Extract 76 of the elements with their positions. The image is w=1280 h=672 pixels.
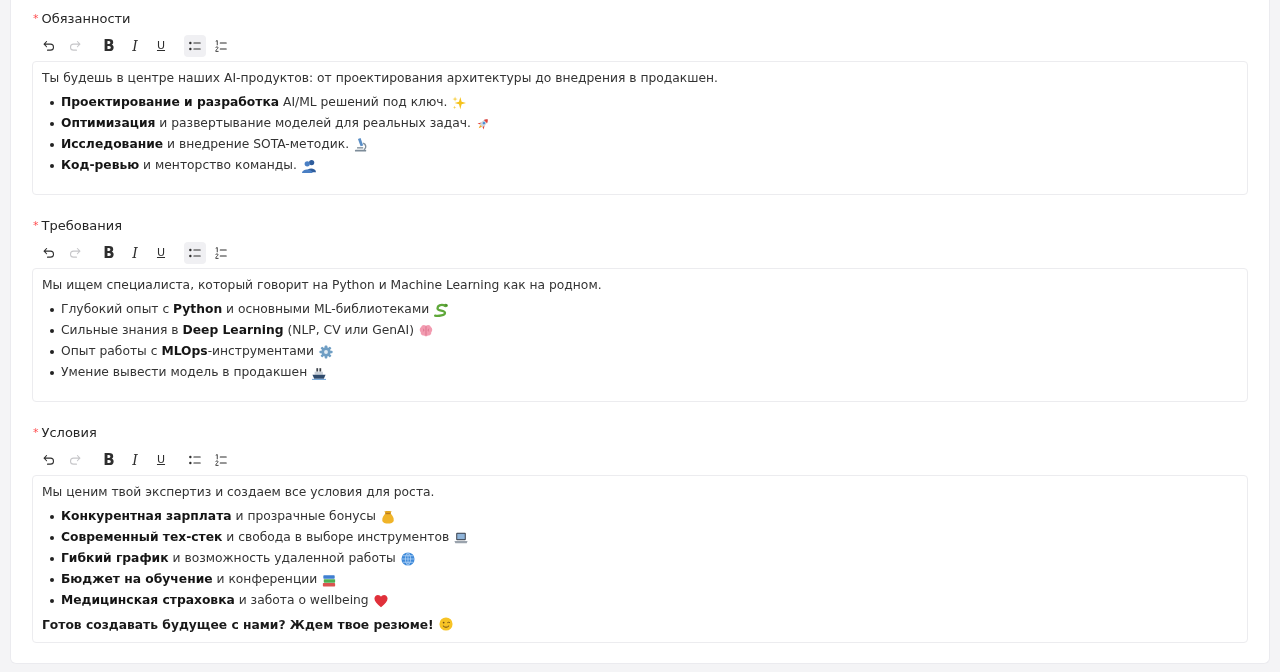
- rocket-icon: [476, 116, 490, 131]
- globe-icon: [400, 551, 415, 566]
- list-item-text: Медицинская страховка и забота о wellbeing: [61, 592, 369, 609]
- list-item-text: Умение вывести модель в продакшен: [61, 364, 308, 381]
- italic-button[interactable]: I: [124, 242, 146, 264]
- paragraph-text: Ты будешь в центре наших AI-продуктов: от проектирования архитектуры до внедрения в продакшен.: [42, 71, 719, 85]
- bullet-icon: [50, 142, 54, 147]
- laptop-icon: [454, 530, 469, 545]
- books-stack-icon: [322, 572, 337, 587]
- field-label: Условия: [41, 425, 97, 441]
- brain-icon: [418, 323, 433, 338]
- bullet-icon: [50, 535, 54, 540]
- bullet-icon: [50, 598, 54, 603]
- bullet-icon: [50, 121, 54, 126]
- bullet-list-button[interactable]: [184, 35, 206, 57]
- list-item-text: Оптимизация и развертывание моделей для реальных задач.: [61, 115, 471, 132]
- microscope-icon: [354, 137, 369, 152]
- field-label: Требования: [41, 218, 123, 234]
- paragraph-text: Готов создавать будущее с нами? Ждем твое резюме!: [42, 618, 434, 632]
- undo-icon: [43, 247, 55, 259]
- gear-icon: [318, 344, 333, 359]
- ship-icon: [312, 365, 327, 380]
- numbered-list-icon: [215, 247, 227, 259]
- list-item-text: Опыт работы с MLOps-инструментами: [61, 343, 314, 360]
- text-editor[interactable]: [32, 475, 1248, 643]
- text-editor[interactable]: [32, 268, 1248, 402]
- money-bag-icon: [381, 509, 396, 524]
- bullet-icon: [50, 577, 54, 582]
- list-item-text: Сильные знания в Deep Learning (NLP, CV или GenAI): [61, 322, 414, 339]
- bold-button[interactable]: B: [98, 449, 120, 471]
- list-item-text: Бюджет на обучение и конференции: [61, 571, 318, 588]
- redo-icon: [69, 40, 81, 52]
- list-item-text: Конкурентная зарплата и прозрачные бонусы: [61, 508, 377, 525]
- bullet-icon: [50, 514, 54, 519]
- bullet-list-icon: [189, 40, 201, 52]
- bold-button[interactable]: B: [98, 35, 120, 57]
- bullet-list-button[interactable]: [184, 242, 206, 264]
- numbered-list-icon: [215, 454, 227, 466]
- text-editor[interactable]: [32, 61, 1248, 195]
- numbered-list-icon: [215, 40, 227, 52]
- undo-icon: [43, 454, 55, 466]
- undo-icon: [43, 40, 55, 52]
- heart-icon: [373, 593, 388, 608]
- underline-button[interactable]: U: [150, 242, 172, 264]
- bullet-icon: [50, 328, 54, 333]
- redo-icon: [69, 454, 81, 466]
- required-mark: *: [33, 425, 39, 441]
- bullet-icon: [50, 163, 54, 168]
- bullet-icon: [50, 370, 54, 375]
- italic-button[interactable]: I: [124, 449, 146, 471]
- bullet-list-icon: [189, 454, 201, 466]
- winking-face-icon: [438, 617, 453, 631]
- sparkles-icon: [452, 95, 467, 110]
- italic-button[interactable]: I: [124, 35, 146, 57]
- snake-icon: [434, 302, 449, 317]
- redo-icon: [69, 247, 81, 259]
- list-item-text: Исследование и внедрение SOTA-методик.: [61, 136, 350, 153]
- bullet-list-icon: [189, 247, 201, 259]
- list-item-text: Проектирование и разработка AI/ML решений под ключ.: [61, 94, 448, 111]
- bullet-icon: [50, 100, 54, 105]
- underline-button[interactable]: U: [150, 449, 172, 471]
- list-item-text: Гибкий график и возможность удаленной работы: [61, 550, 396, 567]
- field-label: Обязанности: [41, 11, 131, 27]
- paragraph-text: Мы ищем специалиста, который говорит на Python и Machine Learning как на родном.: [42, 278, 602, 292]
- two-people-silhouette-icon: [301, 158, 316, 173]
- bullet-icon: [50, 349, 54, 354]
- required-mark: *: [33, 11, 39, 27]
- bold-button[interactable]: B: [98, 242, 120, 264]
- paragraph-text: Мы ценим твой экспертиз и создаем все условия для роста.: [42, 485, 435, 499]
- list-item-text: Глубокий опыт с Python и основными ML-библиотеками: [61, 301, 430, 318]
- bullet-icon: [50, 307, 54, 312]
- list-item-text: Современный тех-стек и свобода в выборе инструментов: [61, 529, 450, 546]
- bullet-icon: [50, 556, 54, 561]
- required-mark: *: [33, 218, 39, 234]
- list-item-text: Код-ревью и менторство команды.: [61, 157, 297, 174]
- underline-button[interactable]: U: [150, 35, 172, 57]
